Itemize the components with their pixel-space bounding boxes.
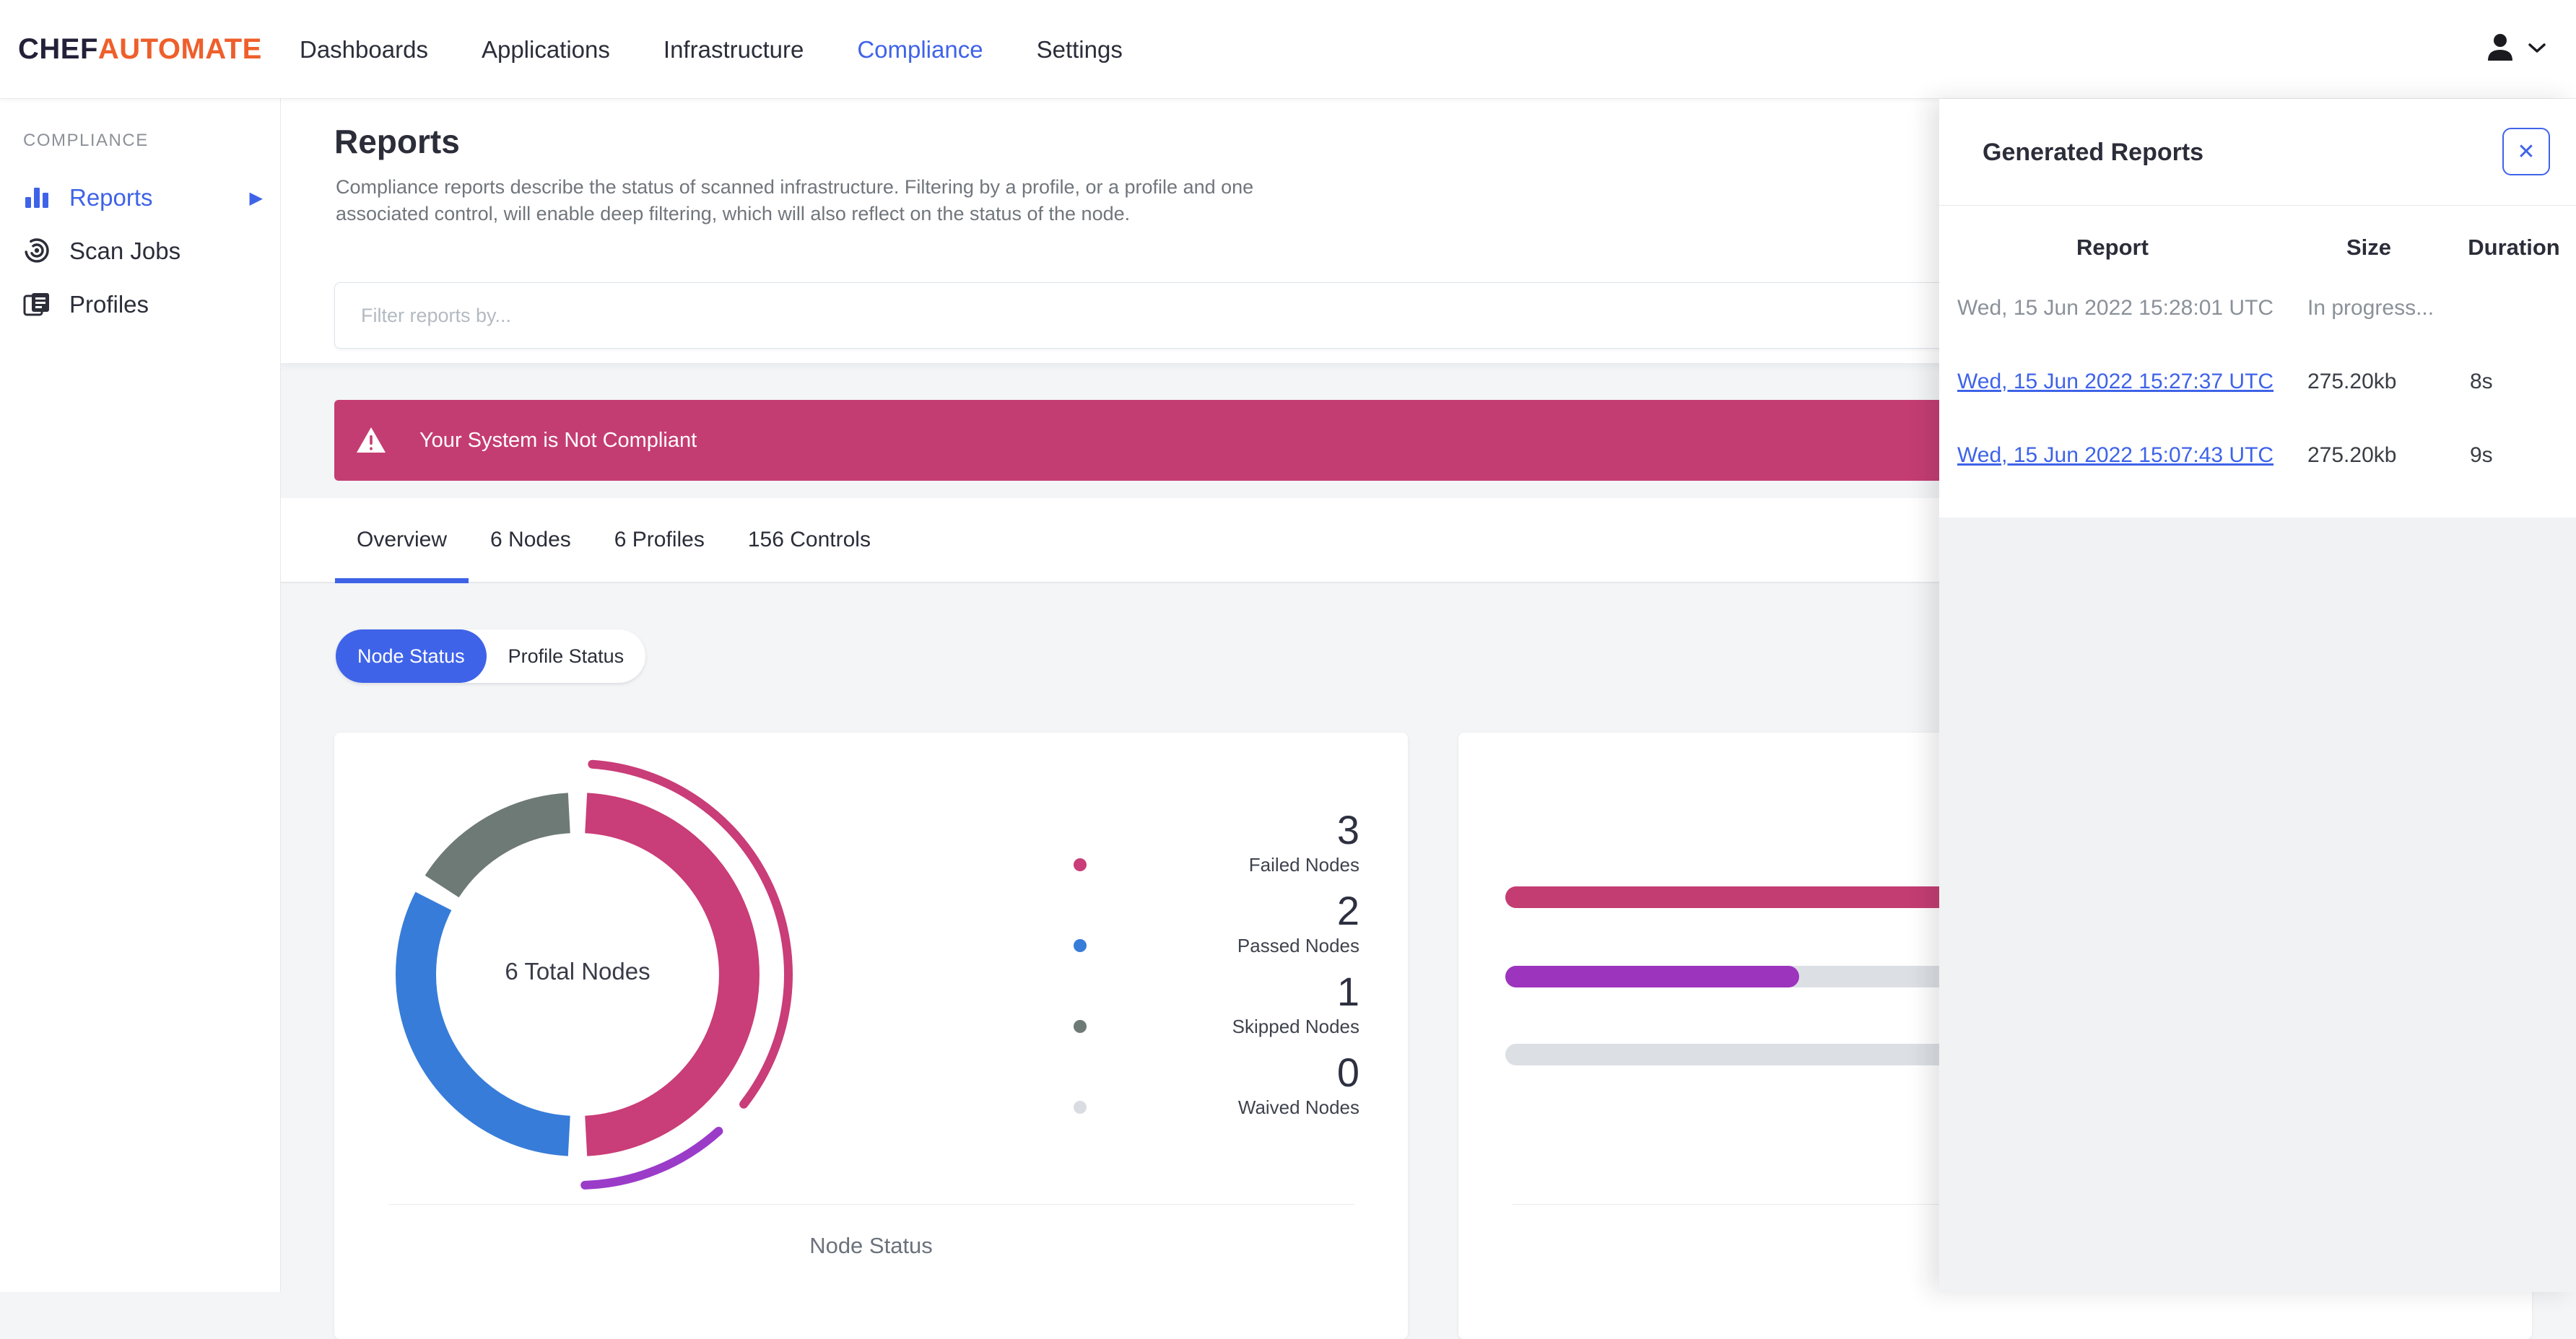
tab-overview[interactable]: Overview xyxy=(335,498,469,583)
tab-nodes[interactable]: 6 Nodes xyxy=(469,498,593,582)
primary-nav: Dashboards Applications Infrastructure C… xyxy=(300,0,1123,99)
generated-reports-table: Report Size Duration Wed, 15 Jun 2022 15… xyxy=(1939,206,2576,518)
node-status-pill[interactable]: Node Status xyxy=(336,629,487,683)
sidebar-item-reports[interactable]: Reports ▶ xyxy=(0,171,280,224)
report-duration: 9s xyxy=(2470,443,2493,467)
node-status-caption: Node Status xyxy=(809,1233,933,1258)
generated-reports-panel: Generated Reports ✕ Report Size Duration… xyxy=(1939,99,2576,1292)
tab-label: Overview xyxy=(357,528,448,551)
chef-automate-logo[interactable]: CHEF AUTOMATE xyxy=(18,0,262,99)
skipped-count: 1 xyxy=(1336,969,1359,1014)
skipped-dot-icon xyxy=(1073,1020,1087,1033)
profiles-documents-icon xyxy=(22,290,52,319)
card-divider xyxy=(388,1204,1354,1205)
profile-status-pill[interactable]: Profile Status xyxy=(487,629,646,683)
failed-dot-icon xyxy=(1073,858,1087,871)
panel-header: Generated Reports ✕ xyxy=(1939,99,2576,206)
legend-label: Failed Nodes xyxy=(1045,854,1359,876)
legend-label: Passed Nodes xyxy=(1045,935,1359,956)
chevron-down-icon xyxy=(2528,43,2546,57)
report-size: In progress... xyxy=(2307,296,2434,320)
waived-count: 0 xyxy=(1336,1050,1359,1095)
failed-count: 3 xyxy=(1336,807,1359,852)
sidebar-item-label: Reports xyxy=(69,184,153,211)
sidebar-item-label: Scan Jobs xyxy=(69,237,181,264)
nav-infrastructure[interactable]: Infrastructure xyxy=(663,36,804,64)
status-toggle: Node Status Profile Status xyxy=(336,629,646,683)
tab-profiles[interactable]: 6 Profiles xyxy=(593,498,726,582)
report-download-link[interactable]: Wed, 15 Jun 2022 15:07:43 UTC xyxy=(1957,443,2273,467)
legend-item-skipped[interactable]: 1 Skipped Nodes xyxy=(1045,971,1359,1037)
report-date: Wed, 15 Jun 2022 15:28:01 UTC xyxy=(1957,296,2274,320)
legend-item-waived[interactable]: 0 Waived Nodes xyxy=(1045,1052,1359,1118)
column-report: Report xyxy=(2076,235,2149,260)
waived-dot-icon xyxy=(1073,1101,1087,1114)
table-row: Wed, 15 Jun 2022 15:28:01 UTC In progres… xyxy=(1939,271,2576,345)
table-header-row: Report Size Duration xyxy=(1939,224,2576,271)
report-size: 275.20kb xyxy=(2307,370,2397,393)
report-download-link[interactable]: Wed, 15 Jun 2022 15:27:37 UTC xyxy=(1957,370,2273,393)
legend-label: Waived Nodes xyxy=(1045,1096,1359,1118)
user-menu[interactable] xyxy=(2484,0,2546,99)
sidebar-item-profiles[interactable]: Profiles xyxy=(0,278,280,331)
report-duration: 8s xyxy=(2470,370,2493,393)
tab-label: 6 Profiles xyxy=(614,528,705,551)
table-row: Wed, 15 Jun 2022 15:07:43 UTC 275.20kb 9… xyxy=(1939,419,2576,492)
report-size: 275.20kb xyxy=(2307,443,2397,467)
nav-dashboards[interactable]: Dashboards xyxy=(300,36,428,64)
panel-title: Generated Reports xyxy=(1983,139,2204,166)
nav-applications[interactable]: Applications xyxy=(482,36,610,64)
nav-settings[interactable]: Settings xyxy=(1037,36,1123,64)
scanner-target-icon xyxy=(22,237,52,266)
passed-dot-icon xyxy=(1073,939,1087,952)
top-navigation: CHEF AUTOMATE Dashboards Applications Inf… xyxy=(0,0,2576,99)
table-row: Wed, 15 Jun 2022 15:27:37 UTC 275.20kb 8… xyxy=(1939,345,2576,419)
page-title: Reports xyxy=(334,123,460,160)
banner-text: Your System is Not Compliant xyxy=(419,428,697,452)
sidebar: COMPLIANCE Reports ▶ Scan Jobs Profiles xyxy=(0,99,281,1292)
close-panel-button[interactable]: ✕ xyxy=(2502,128,2550,175)
donut-legend: 3 Failed Nodes 2 Passed Nodes 1 Skipped … xyxy=(1045,809,1359,1118)
legend-item-failed[interactable]: 3 Failed Nodes xyxy=(1045,809,1359,876)
node-status-card: 6 Total Nodes 3 Failed Nodes 2 Passed No… xyxy=(334,733,1408,1339)
passed-count: 2 xyxy=(1336,888,1359,933)
nav-compliance[interactable]: Compliance xyxy=(857,36,983,64)
legend-item-passed[interactable]: 2 Passed Nodes xyxy=(1045,890,1359,956)
legend-label: Skipped Nodes xyxy=(1045,1016,1359,1037)
page-description: Compliance reports describe the status o… xyxy=(336,176,1254,224)
tab-label: 6 Nodes xyxy=(490,528,571,551)
sidebar-item-scan-jobs[interactable]: Scan Jobs xyxy=(0,224,280,278)
donut-center-label: 6 Total Nodes xyxy=(505,958,650,985)
sidebar-item-label: Profiles xyxy=(69,291,149,318)
chevron-right-icon: ▶ xyxy=(249,188,263,208)
user-icon xyxy=(2484,31,2517,68)
sidebar-section-label: COMPLIANCE xyxy=(23,131,149,150)
bar-chart-icon xyxy=(22,184,52,211)
column-size: Size xyxy=(2346,235,2392,260)
tab-label: 156 Controls xyxy=(747,528,871,551)
logo-automate: AUTOMATE xyxy=(97,33,262,65)
warning-icon xyxy=(356,427,386,454)
column-duration: Duration xyxy=(2468,235,2560,260)
logo-chef: CHEF xyxy=(18,33,98,65)
tab-controls[interactable]: 156 Controls xyxy=(726,498,892,582)
